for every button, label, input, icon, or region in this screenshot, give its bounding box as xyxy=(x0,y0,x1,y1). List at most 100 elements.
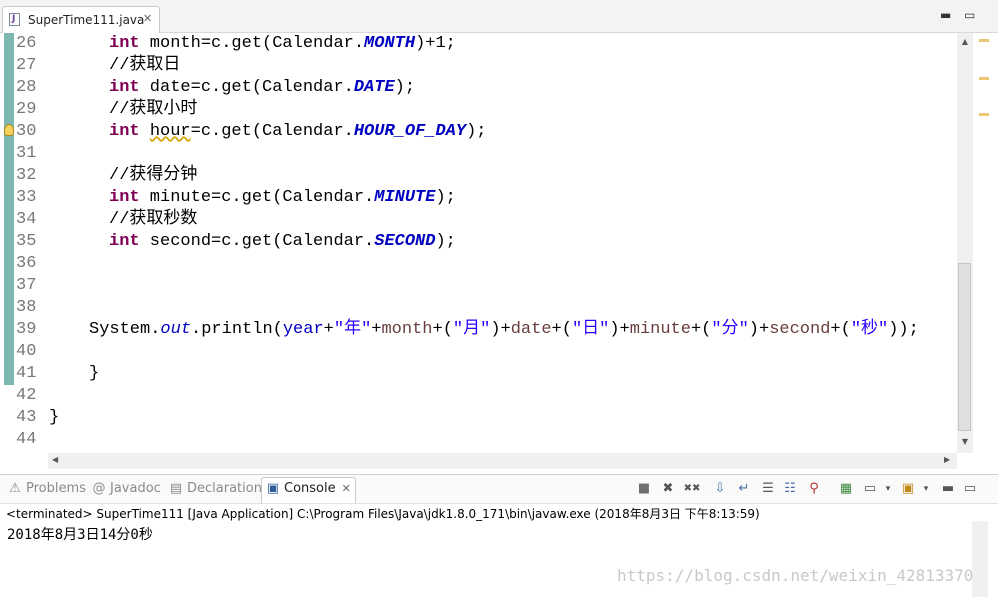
line-number: 30 xyxy=(16,122,37,141)
string-literal: "年" xyxy=(333,320,372,339)
keyword: int xyxy=(109,188,140,207)
javadoc-icon: @ xyxy=(92,481,106,496)
line-number: 31 xyxy=(16,144,37,163)
chevron-down-icon[interactable]: ▾ xyxy=(880,481,896,497)
minimize-panel-button[interactable]: ▬ xyxy=(940,481,956,497)
remove-launch-icon[interactable]: ✖ xyxy=(660,481,676,497)
code-line-41: } xyxy=(89,364,100,383)
show-on-output-icon[interactable]: ☰ xyxy=(760,481,776,497)
keyword: int xyxy=(109,78,140,97)
tab-console[interactable]: ▣ Console ✕ xyxy=(266,481,351,499)
line-number: 26 xyxy=(16,34,37,53)
line-number-gutter: 26 27 28 29 30 31 32 33 34 35 36 37 38 3… xyxy=(16,33,46,453)
tab-javadoc[interactable]: @ Javadoc xyxy=(92,481,161,499)
scroll-left-arrow-icon[interactable]: ◀ xyxy=(52,455,58,464)
editor-tab-bar: SuperTime111.java ✕ ▬ ▭ xyxy=(0,0,998,33)
remove-all-terminated-icon[interactable]: ✖✖ xyxy=(680,481,704,497)
terminate-icon[interactable]: ■ xyxy=(636,481,652,497)
display-selected-console-icon[interactable]: ▦ xyxy=(838,481,854,497)
line-number: 27 xyxy=(16,56,37,75)
console-output-area[interactable]: 2018年8月3日14分0秒 xyxy=(0,521,998,597)
chevron-down-icon[interactable]: ▾ xyxy=(918,481,934,497)
overview-ruler[interactable] xyxy=(975,33,993,453)
editor-vertical-scrollbar[interactable]: ▲ ▼ xyxy=(957,33,973,453)
code-fragment: ); xyxy=(394,78,416,97)
overview-marker[interactable] xyxy=(979,77,989,80)
string-literal: "日" xyxy=(571,320,610,339)
tab-label: Problems xyxy=(26,481,86,496)
scrollbar-thumb[interactable] xyxy=(958,263,971,431)
field-reference: year xyxy=(282,320,324,339)
static-field: HOUR_OF_DAY xyxy=(353,122,467,141)
editor-tab-supertime111[interactable]: SuperTime111.java ✕ xyxy=(2,6,160,33)
local-variable: second xyxy=(769,320,831,339)
static-field: MINUTE xyxy=(374,188,436,207)
static-field: out xyxy=(160,320,192,339)
show-on-error-icon[interactable]: ☷ xyxy=(782,481,798,497)
scroll-down-arrow-icon[interactable]: ▼ xyxy=(959,437,971,446)
console-header-text: <terminated> SuperTime111 [Java Applicat… xyxy=(6,507,760,521)
local-variable: month xyxy=(381,320,433,339)
code-text-area[interactable]: int month=c.get(Calendar.MONTH)+1; //获取日… xyxy=(48,33,948,453)
code-fragment: second=c.get(Calendar. xyxy=(139,232,375,251)
static-field: SECOND xyxy=(374,232,436,251)
line-number: 32 xyxy=(16,166,37,185)
scroll-lock-icon[interactable]: ⇩ xyxy=(712,481,728,497)
code-fragment: )+ xyxy=(490,320,511,339)
maximize-panel-button[interactable]: ▭ xyxy=(962,481,978,497)
maximize-editor-button[interactable]: ▭ xyxy=(964,9,975,21)
string-literal: "月" xyxy=(452,320,491,339)
overview-marker[interactable] xyxy=(979,113,989,116)
quick-diff-ruler xyxy=(0,33,14,453)
scroll-up-arrow-icon[interactable]: ▲ xyxy=(959,37,971,46)
code-fragment: =c.get(Calendar. xyxy=(190,122,354,141)
code-fragment: minute=c.get(Calendar. xyxy=(139,188,375,207)
code-fragment: + xyxy=(371,320,382,339)
tab-label: Console xyxy=(284,481,336,496)
local-variable: date xyxy=(510,320,552,339)
scroll-right-arrow-icon[interactable]: ▶ xyxy=(944,455,950,464)
close-tab-icon[interactable]: ✕ xyxy=(342,482,351,495)
code-fragment: )+ xyxy=(748,320,770,339)
declaration-icon: ▤ xyxy=(169,481,183,496)
quick-diff-marker xyxy=(4,33,14,385)
code-fragment: +( xyxy=(830,320,851,339)
overview-marker[interactable] xyxy=(979,39,989,42)
line-number: 29 xyxy=(16,100,37,119)
code-fragment: ); xyxy=(466,122,487,141)
console-icon: ▣ xyxy=(266,481,280,496)
code-fragment: +( xyxy=(690,320,712,339)
close-tab-icon[interactable]: ✕ xyxy=(143,12,152,25)
code-fragment xyxy=(140,122,150,141)
code-fragment: .println( xyxy=(191,320,283,339)
line-number: 34 xyxy=(16,210,37,229)
bottom-panel: ⚠ Problems @ Javadoc ▤ Declaration ▣ Console… xyxy=(0,474,998,597)
open-console-icon[interactable]: ▭ xyxy=(862,481,878,497)
problems-icon: ⚠ xyxy=(9,481,21,496)
tab-declaration[interactable]: ▤ Declaration xyxy=(169,481,262,499)
code-line-30: int hour=c.get(Calendar.HOUR_OF_DAY); xyxy=(109,121,486,143)
code-fragment: + xyxy=(323,320,334,339)
code-fragment: System. xyxy=(89,320,161,339)
local-variable: minute xyxy=(629,320,691,339)
console-vertical-scrollbar[interactable] xyxy=(972,521,988,597)
code-line-34: //获取秒数 xyxy=(109,210,198,229)
minimize-editor-button[interactable]: ▬ xyxy=(940,9,951,21)
code-line-26: int month=c.get(Calendar.MONTH)+1; xyxy=(109,33,456,55)
tab-problems[interactable]: ⚠ Problems xyxy=(8,481,86,499)
line-number: 41 xyxy=(16,364,37,383)
code-fragment: )+1; xyxy=(415,34,456,53)
code-fragment: ); xyxy=(435,232,456,251)
word-wrap-icon[interactable]: ↵ xyxy=(736,481,752,497)
code-editor[interactable]: 26 27 28 29 30 31 32 33 34 35 36 37 38 3… xyxy=(0,33,998,470)
new-console-view-icon[interactable]: ▣ xyxy=(900,481,916,497)
warning-lightbulb-icon[interactable] xyxy=(4,124,14,136)
line-number: 35 xyxy=(16,232,37,251)
line-number: 44 xyxy=(16,430,37,449)
code-line-28: int date=c.get(Calendar.DATE); xyxy=(109,77,415,99)
watermark-text: https://blog.csdn.net/weixin_42813370 xyxy=(617,566,974,585)
editor-horizontal-scrollbar[interactable]: ◀ ▶ xyxy=(48,453,957,469)
pin-console-icon[interactable]: ⚲ xyxy=(806,481,822,497)
code-fragment: +( xyxy=(551,320,572,339)
console-output-text: 2018年8月3日14分0秒 xyxy=(7,527,153,543)
